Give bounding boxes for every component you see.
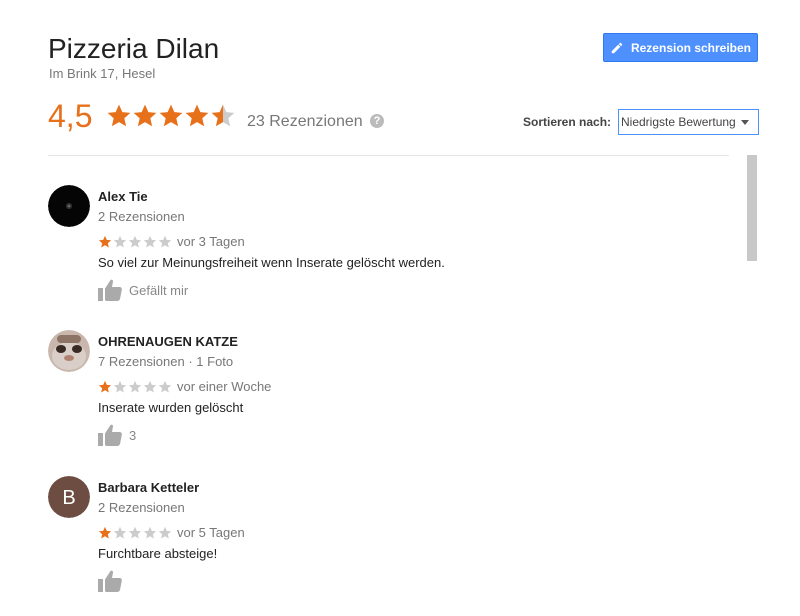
pencil-icon — [611, 42, 623, 53]
star-icon — [128, 380, 142, 393]
reviewer-meta: 2 Rezensionen — [98, 209, 185, 224]
like-button[interactable]: 3 — [98, 424, 136, 446]
review-text: Furchtbare absteige! — [98, 546, 218, 561]
star-icon — [211, 104, 235, 127]
star-icon — [113, 526, 127, 539]
avatar[interactable] — [48, 330, 90, 372]
reviewer-name[interactable]: Alex Tie — [98, 189, 148, 204]
sort-label: Sortieren nach: — [523, 115, 612, 129]
star-icon — [98, 380, 112, 393]
sort-selected-value: Niedrigste Bewertung — [621, 115, 736, 129]
avatar[interactable] — [48, 185, 90, 227]
help-icon[interactable]: ? — [370, 114, 384, 128]
review-count-link[interactable]: 23 Rezenzionen — [247, 113, 363, 131]
star-icon — [128, 526, 142, 539]
reviewer-name[interactable]: Barbara Ketteler — [98, 480, 199, 495]
star-icon — [133, 104, 157, 127]
scrollbar-thumb[interactable] — [747, 155, 757, 261]
like-count: 3 — [129, 427, 137, 443]
reviewer-name[interactable]: OHRENAUGEN KATZE — [98, 334, 238, 349]
review-stars — [98, 235, 173, 249]
star-icon — [158, 380, 172, 393]
review-item: Alex Tie 2 Rezensionen vor 3 Tagen So vi… — [48, 185, 728, 325]
sort-dropdown[interactable]: Niedrigste Bewertung — [618, 109, 759, 135]
review-text: Inserate wurden gelöscht — [98, 400, 244, 415]
review-item: OHRENAUGEN KATZE 7 Rezensionen · 1 Foto … — [48, 330, 728, 470]
divider — [48, 155, 729, 156]
avatar[interactable]: B — [48, 476, 90, 518]
star-icon — [143, 380, 157, 393]
star-icon — [107, 104, 131, 127]
star-icon — [143, 526, 157, 539]
star-icon — [185, 104, 209, 127]
reviewer-meta: 7 Rezensionen · 1 Foto — [98, 354, 234, 369]
place-name: Pizzeria Dilan — [48, 33, 220, 64]
review-stars — [98, 526, 173, 540]
like-label: Gefällt mir — [129, 282, 189, 298]
star-icon — [128, 235, 142, 248]
star-icon — [143, 235, 157, 248]
write-review-button[interactable]: Rezension schreiben — [603, 33, 758, 62]
review-stars — [98, 380, 173, 394]
thumbs-up-icon — [98, 424, 122, 446]
reviewer-meta: 2 Rezensionen — [98, 500, 185, 515]
write-review-label: Rezension schreiben — [630, 40, 752, 55]
dropdown-arrow-icon — [741, 120, 749, 125]
like-button[interactable]: Gefällt mir — [98, 279, 188, 301]
review-time: vor einer Woche — [177, 379, 272, 394]
star-icon — [158, 235, 172, 248]
avatar-letter: B — [62, 487, 75, 509]
rating-stars — [106, 103, 236, 131]
thumbs-up-icon — [98, 570, 122, 592]
star-icon — [98, 235, 112, 248]
review-text: So viel zur Meinungsfreiheit wenn Insera… — [98, 255, 445, 270]
star-icon — [159, 104, 183, 127]
star-icon — [98, 526, 112, 539]
star-icon — [113, 235, 127, 248]
star-icon — [113, 380, 127, 393]
review-time: vor 3 Tagen — [177, 234, 245, 249]
like-button[interactable] — [98, 570, 122, 592]
review-time: vor 5 Tagen — [177, 525, 245, 540]
star-icon — [158, 526, 172, 539]
rating-value: 4,5 — [48, 98, 93, 134]
thumbs-up-icon — [98, 279, 122, 301]
review-item: B Barbara Ketteler 2 Rezensionen vor 5 T… — [48, 476, 728, 616]
place-address: Im Brink 17, Hesel — [49, 66, 156, 81]
